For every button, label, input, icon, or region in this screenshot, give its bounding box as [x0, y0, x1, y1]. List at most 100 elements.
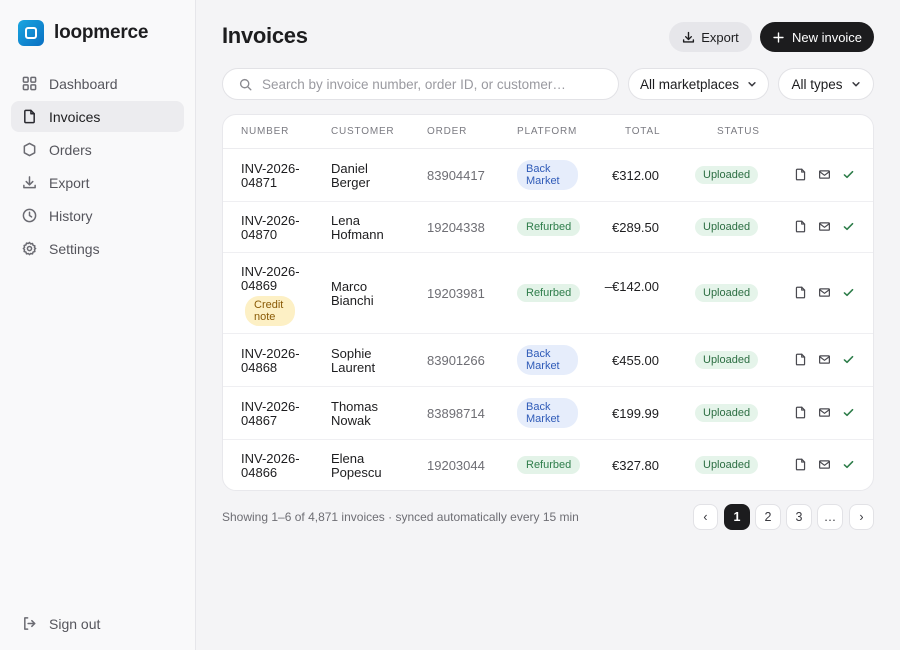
column-header-status[interactable]: Status: [717, 126, 760, 137]
column-header-total[interactable]: Total: [625, 126, 660, 137]
export-button[interactable]: Export: [669, 22, 752, 52]
grid-icon: [22, 76, 37, 91]
invoice-number[interactable]: INV-2026-04869: [241, 265, 309, 293]
check-icon[interactable]: [841, 167, 855, 181]
sidebar-item-export[interactable]: Export: [11, 167, 184, 198]
plus-icon: [773, 31, 784, 43]
invoice-number[interactable]: INV-2026-04867: [241, 400, 309, 428]
type-dropdown[interactable]: All types: [778, 68, 874, 100]
logout-icon: [24, 617, 36, 630]
column-header-number[interactable]: Number: [241, 126, 289, 137]
document-icon[interactable]: [793, 352, 807, 366]
table-row[interactable]: INV-2026-04868 Sophie Laurent 83901266 B…: [223, 334, 873, 387]
customer-name: Marco Bianchi: [331, 279, 374, 308]
sidebar-item-orders[interactable]: Orders: [11, 134, 184, 165]
table-header: Number Customer Order Platform Total Sta…: [223, 115, 873, 149]
sidebar-item-dashboard[interactable]: Dashboard: [11, 68, 184, 99]
document-icon[interactable]: [793, 219, 807, 233]
table-row[interactable]: INV-2026-04871 Daniel Berger 83904417 Ba…: [223, 149, 873, 202]
sidebar-item-invoices[interactable]: Invoices: [11, 101, 184, 132]
mail-icon[interactable]: [817, 285, 831, 299]
gear-icon: [22, 241, 37, 256]
order-id[interactable]: 19203981: [427, 287, 485, 301]
invoice-number[interactable]: INV-2026-04870: [241, 214, 309, 242]
row-actions: [793, 457, 855, 471]
customer-name: Daniel Berger: [331, 161, 371, 190]
next-page-button[interactable]: ›: [849, 504, 874, 530]
square-logo-icon: [18, 20, 44, 46]
sign-out-button[interactable]: Sign out: [11, 608, 184, 639]
invoice-total: €312.00: [612, 168, 659, 183]
search-icon: [239, 78, 252, 90]
box-icon: [23, 142, 36, 157]
sidebar-item-label: Export: [49, 174, 90, 191]
customer-name: Sophie Laurent: [331, 346, 376, 375]
status-badge: Uploaded: [695, 218, 759, 236]
platform-badge: Back Market: [517, 345, 578, 375]
mail-icon[interactable]: [817, 167, 831, 181]
clock-icon: [22, 208, 37, 223]
invoice-number[interactable]: INV-2026-04871: [241, 162, 309, 190]
table-row[interactable]: INV-2026-04867 Thomas Nowak 83898714 Bac…: [223, 387, 873, 440]
page-2-button[interactable]: 2: [755, 504, 781, 530]
column-header-platform[interactable]: Platform: [517, 126, 577, 137]
brand[interactable]: loopmerce: [18, 20, 148, 46]
export-button-label: Export: [701, 29, 739, 45]
check-icon[interactable]: [841, 285, 855, 299]
brand-name: loopmerce: [54, 22, 149, 43]
table-row[interactable]: INV-2026-04866 Elena Popescu 19203044 Re…: [223, 440, 873, 490]
order-id[interactable]: 19204338: [427, 221, 485, 235]
prev-page-button[interactable]: ‹: [693, 504, 718, 530]
mail-icon[interactable]: [817, 457, 831, 471]
customer-name: Elena Popescu: [331, 451, 382, 480]
mail-icon[interactable]: [817, 219, 831, 233]
check-icon[interactable]: [841, 352, 855, 366]
order-id[interactable]: 83901266: [427, 354, 485, 368]
table-row[interactable]: INV-2026-04870 Lena Hofmann 19204338 Ref…: [223, 202, 873, 253]
new-invoice-label: New invoice: [791, 29, 863, 45]
sidebar-item-settings[interactable]: Settings: [11, 233, 184, 264]
platform-badge: Refurbed: [517, 456, 581, 474]
document-icon[interactable]: [793, 457, 807, 471]
invoice-total: €199.99: [612, 406, 659, 421]
row-actions: [793, 352, 855, 366]
download-icon: [683, 31, 695, 43]
status-badge: Uploaded: [695, 456, 759, 474]
customer-name: Lena Hofmann: [331, 213, 384, 242]
order-id[interactable]: 83904417: [427, 169, 485, 183]
invoice-number[interactable]: INV-2026-04868: [241, 347, 309, 375]
check-icon[interactable]: [841, 457, 855, 471]
document-icon[interactable]: [793, 405, 807, 419]
row-actions: [793, 285, 855, 299]
mail-icon[interactable]: [817, 352, 831, 366]
new-invoice-button[interactable]: New invoice: [760, 22, 874, 52]
table-row[interactable]: INV-2026-04869 Credit note Marco Bianchi…: [223, 253, 873, 334]
column-header-customer[interactable]: Customer: [331, 126, 394, 137]
chevron-down-icon: [851, 82, 860, 87]
invoice-number[interactable]: INV-2026-04866: [241, 452, 309, 480]
file-icon: [24, 109, 35, 124]
sign-out-label: Sign out: [49, 615, 101, 632]
page-1-button[interactable]: 1: [724, 504, 750, 530]
page-3-button[interactable]: 3: [786, 504, 812, 530]
more-pages-button[interactable]: …: [817, 504, 843, 530]
invoice-number-cell: INV-2026-04869 Credit note: [241, 265, 309, 326]
document-icon[interactable]: [793, 285, 807, 299]
column-header-order[interactable]: Order: [427, 126, 467, 137]
search-input[interactable]: [262, 76, 602, 92]
check-icon[interactable]: [841, 405, 855, 419]
invoice-total: €327.80: [612, 458, 659, 473]
invoice-total: €455.00: [612, 353, 659, 368]
platform-badge: Refurbed: [517, 284, 581, 302]
invoice-total: –€142.00: [604, 279, 659, 294]
invoice-total: €289.50: [612, 220, 659, 235]
document-icon[interactable]: [793, 167, 807, 181]
chevron-down-icon: [748, 82, 756, 87]
order-id[interactable]: 83898714: [427, 407, 485, 421]
marketplace-dropdown[interactable]: All marketplaces: [628, 68, 769, 100]
mail-icon[interactable]: [817, 405, 831, 419]
check-icon[interactable]: [841, 219, 855, 233]
customer-name: Thomas Nowak: [331, 399, 378, 428]
sidebar-item-history[interactable]: History: [11, 200, 184, 231]
order-id[interactable]: 19203044: [427, 459, 485, 473]
